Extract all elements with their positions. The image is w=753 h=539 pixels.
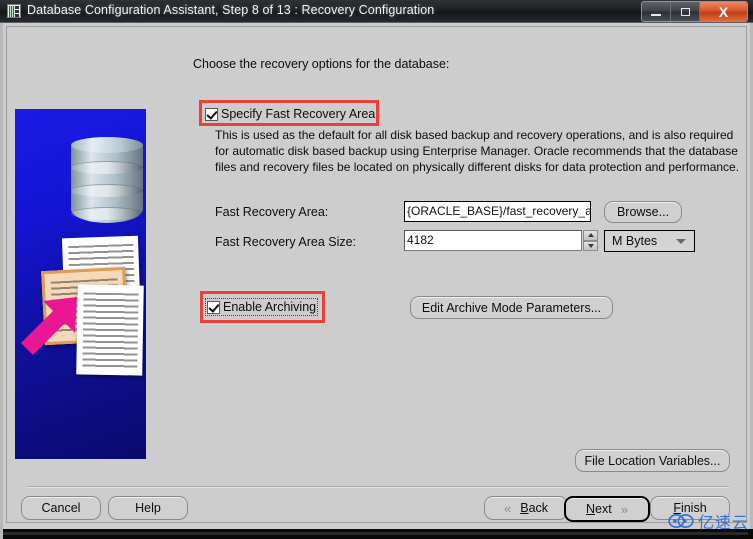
size-unit-select[interactable]: M Bytes [604, 230, 695, 252]
page-title: Choose the recovery options for the data… [193, 57, 450, 71]
browse-button[interactable]: Browse... [604, 201, 682, 223]
file-location-variables-button[interactable]: File Location Variables... [575, 449, 730, 472]
dbca-window: Database Configuration Assistant, Step 8… [0, 0, 753, 539]
window-title: Database Configuration Assistant, Step 8… [27, 3, 435, 17]
window-body: Choose the recovery options for the data… [0, 23, 753, 539]
browse-button-label: Browse... [616, 205, 670, 219]
edit-archive-mode-parameters-label: Edit Archive Mode Parameters... [421, 300, 602, 315]
stepper-down-icon[interactable] [583, 240, 598, 251]
fast-recovery-area-size-label: Fast Recovery Area Size: [215, 235, 357, 249]
checkbox-checked-icon [207, 300, 220, 314]
edit-archive-mode-parameters-button[interactable]: Edit Archive Mode Parameters... [410, 296, 613, 319]
footer-divider [27, 486, 729, 488]
wizard-illustration [15, 109, 146, 459]
next-button[interactable]: Next » [564, 496, 650, 522]
dialog-frame: Choose the recovery options for the data… [6, 26, 747, 523]
chevron-down-icon [676, 239, 686, 244]
maximize-button[interactable] [671, 2, 700, 21]
fast-recovery-area-size-stepper[interactable] [583, 230, 598, 251]
title-bar: Database Configuration Assistant, Step 8… [0, 0, 753, 23]
cloud-logo-icon [668, 514, 694, 528]
window-bottom-edge [3, 529, 753, 539]
stepper-up-icon[interactable] [583, 230, 598, 241]
enable-archiving-checkbox[interactable]: Enable Archiving [204, 298, 319, 316]
next-button-label: Next [586, 502, 612, 516]
back-button-label: Back [520, 501, 549, 515]
fast-recovery-area-label: Fast Recovery Area: [215, 205, 329, 219]
chevron-right-icon: » [620, 501, 628, 517]
cancel-button[interactable]: Cancel [21, 496, 101, 520]
back-button[interactable]: « Back [484, 496, 568, 520]
close-icon: X [718, 3, 729, 20]
checkbox-checked-icon [205, 107, 218, 121]
database-app-icon [7, 4, 21, 18]
window-controls: X [641, 1, 748, 22]
specify-fast-recovery-area-label: Specify Fast Recovery Area [221, 107, 376, 121]
database-cylinder-icon [71, 137, 143, 229]
description-text: This is used as the default for all disk… [215, 128, 740, 175]
document-page-front-icon [76, 284, 144, 376]
close-button[interactable]: X [700, 2, 747, 21]
help-button[interactable]: Help [108, 496, 188, 520]
magenta-arrow-icon [17, 291, 81, 355]
fast-recovery-area-input[interactable]: {ORACLE_BASE}/fast_recovery_a [404, 201, 591, 222]
specify-fast-recovery-area-checkbox[interactable]: Specify Fast Recovery Area [205, 107, 375, 121]
file-location-variables-label: File Location Variables... [584, 453, 721, 468]
fast-recovery-area-size-input[interactable]: 4182 [404, 230, 582, 251]
cancel-button-label: Cancel [41, 501, 81, 515]
size-unit-value: M Bytes [612, 234, 658, 248]
watermark: 亿速云 [668, 509, 749, 533]
dialog-content: Choose the recovery options for the data… [7, 27, 748, 524]
help-button-label: Help [135, 501, 161, 515]
minimize-button[interactable] [642, 2, 671, 21]
enable-archiving-label: Enable Archiving [223, 300, 317, 314]
watermark-text: 亿速云 [697, 513, 749, 532]
chevron-left-icon: « [503, 500, 512, 516]
